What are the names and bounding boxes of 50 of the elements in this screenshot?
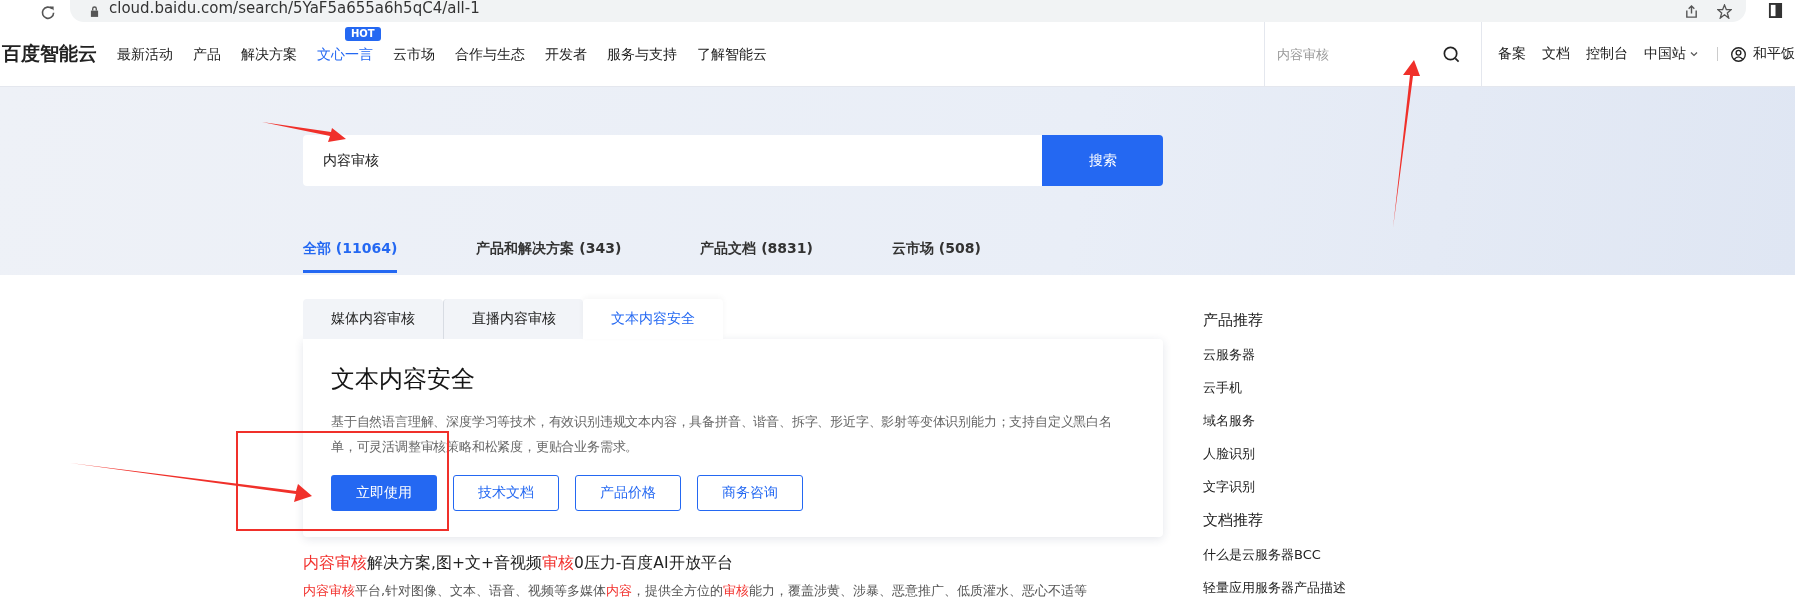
lock-icon [90,5,99,17]
search-icon[interactable] [1442,44,1461,64]
action-button[interactable]: 立即使用 [331,475,437,511]
nav-link[interactable]: 了解智能云 [697,46,767,62]
nav-link[interactable]: 云市场 [393,46,435,62]
header-link[interactable]: 控制台 [1586,45,1628,63]
region-selector[interactable]: 中国站 [1644,45,1699,63]
sidebar-link[interactable]: 什么是云服务器BCC [1203,546,1346,564]
search-button[interactable]: 搜索 [1042,135,1163,186]
action-button[interactable]: 商务咨询 [697,475,803,511]
result-tab[interactable]: 产品和解决方案 (343) [476,240,622,273]
result-title-link[interactable]: 内容审核解决方案,图+文+音视频审核0压力-百度AI开放平台 [303,553,1163,574]
url-text: cloud.baidu.com/search/5YaF5a655a6h5qC4/all-1 [109,0,481,17]
result-tab[interactable]: 产品文档 (8831) [700,240,813,273]
sidebar-link[interactable]: 云手机 [1203,379,1346,397]
product-tab[interactable]: 文本内容安全 [583,299,723,339]
result-tab[interactable]: 云市场 (508) [891,240,981,273]
nav-link[interactable]: 解决方案 [241,46,297,62]
hot-badge: HOT [345,27,381,41]
nav-link[interactable]: 最新活动 [117,46,173,62]
sidebar-link[interactable]: 文字识别 [1203,478,1346,496]
product-title: 文本内容安全 [331,364,476,395]
sidebar-link[interactable]: 云服务器 [1203,346,1346,364]
action-button[interactable]: 技术文档 [453,475,559,511]
header-link[interactable]: 备案 [1498,45,1526,63]
nav-link[interactable]: 文心一言 [317,46,373,62]
nav-link[interactable]: 产品 [193,46,221,62]
result-snippet: 内容审核平台,针对图像、文本、语音、视频等多媒体内容，提供全方位的审核能力，覆盖涉黄、涉暴、恶意推广、低质灌水、恶心不适等 [303,582,1089,599]
reload-icon[interactable] [40,4,56,20]
address-bar[interactable]: cloud.baidu.com/search/5YaF5a655a6h5qC4/all-1 [70,0,1746,22]
star-icon[interactable] [1717,3,1732,19]
share-icon[interactable] [1684,3,1699,19]
chevron-icon [1689,49,1699,59]
logo-text[interactable]: 百度智能云 [2,41,97,67]
sidebar-heading: 产品推荐 [1203,311,1264,330]
header-link[interactable]: 文档 [1542,45,1570,63]
nav-link[interactable]: 开发者 [545,46,587,62]
sidebar-link[interactable]: 域名服务 [1203,412,1346,430]
sidebar-link[interactable]: 轻量应用服务器产品描述 [1203,579,1346,597]
result-tab[interactable]: 全部 (11064) [303,240,398,273]
nav-link[interactable]: 服务与支持 [607,46,677,62]
user-icon[interactable] [1730,45,1747,63]
sidebar-link[interactable]: 人脸识别 [1203,445,1346,463]
nav-link[interactable]: 合作与生态 [455,46,525,62]
sidebar-heading: 文档推荐 [1203,511,1264,530]
user-name[interactable]: 和平饭 [1753,45,1795,63]
product-tab[interactable]: 直播内容审核 [442,299,584,339]
search-field[interactable]: 内容审核 [303,135,1042,186]
product-tab[interactable]: 媒体内容审核 [303,299,443,339]
action-button[interactable]: 产品价格 [575,475,681,511]
